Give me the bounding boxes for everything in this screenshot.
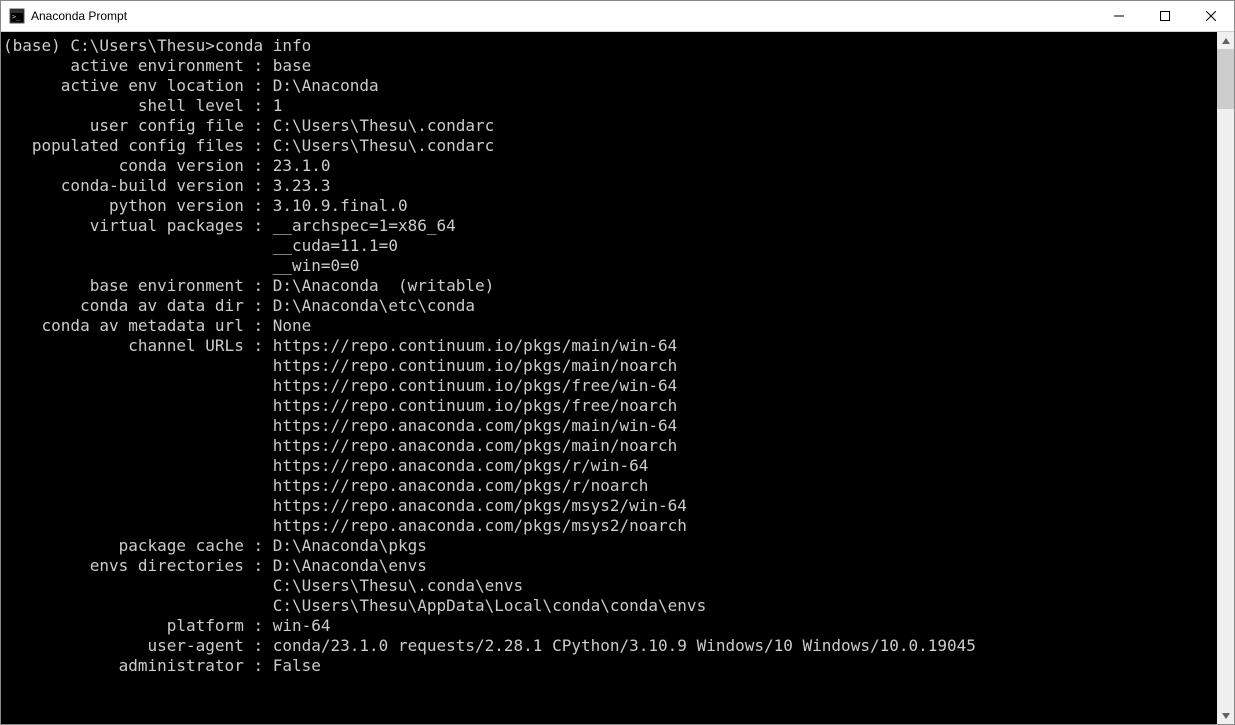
output-line: https://repo.continuum.io/pkgs/free/win-… [3, 376, 1215, 396]
scroll-down-arrow[interactable] [1217, 707, 1234, 724]
output-line: package cache : D:\Anaconda\pkgs [3, 536, 1215, 556]
close-button[interactable] [1188, 1, 1234, 31]
output-line: https://repo.anaconda.com/pkgs/main/win-… [3, 416, 1215, 436]
output-line: https://repo.anaconda.com/pkgs/msys2/win… [3, 496, 1215, 516]
app-icon: >_ [9, 8, 25, 24]
output-line: https://repo.anaconda.com/pkgs/r/win-64 [3, 456, 1215, 476]
output-line: https://repo.anaconda.com/pkgs/r/noarch [3, 476, 1215, 496]
minimize-button[interactable] [1096, 1, 1142, 31]
window-titlebar: >_ Anaconda Prompt [1, 1, 1234, 32]
output-line: conda av metadata url : None [3, 316, 1215, 336]
output-line: __win=0=0 [3, 256, 1215, 276]
window-title: Anaconda Prompt [31, 9, 1096, 23]
output-line: platform : win-64 [3, 616, 1215, 636]
maximize-button[interactable] [1142, 1, 1188, 31]
output-line: C:\Users\Thesu\AppData\Local\conda\conda… [3, 596, 1215, 616]
output-line: __cuda=11.1=0 [3, 236, 1215, 256]
output-line: conda av data dir : D:\Anaconda\etc\cond… [3, 296, 1215, 316]
output-line: conda-build version : 3.23.3 [3, 176, 1215, 196]
output-line: administrator : False [3, 656, 1215, 676]
output-line: user-agent : conda/23.1.0 requests/2.28.… [3, 636, 1215, 656]
output-line: C:\Users\Thesu\.conda\envs [3, 576, 1215, 596]
output-line: active environment : base [3, 56, 1215, 76]
output-line: https://repo.anaconda.com/pkgs/msys2/noa… [3, 516, 1215, 536]
output-line: conda version : 23.1.0 [3, 156, 1215, 176]
vertical-scrollbar[interactable] [1217, 32, 1234, 724]
output-line: https://repo.continuum.io/pkgs/free/noar… [3, 396, 1215, 416]
window-controls [1096, 1, 1234, 31]
output-line: user config file : C:\Users\Thesu\.conda… [3, 116, 1215, 136]
prompt-line: (base) C:\Users\Thesu>conda info [3, 36, 1215, 56]
scroll-up-arrow[interactable] [1217, 32, 1234, 49]
output-line: https://repo.continuum.io/pkgs/main/noar… [3, 356, 1215, 376]
output-line: https://repo.anaconda.com/pkgs/main/noar… [3, 436, 1215, 456]
output-line: shell level : 1 [3, 96, 1215, 116]
output-line: base environment : D:\Anaconda (writable… [3, 276, 1215, 296]
terminal-output[interactable]: (base) C:\Users\Thesu>conda info active … [1, 32, 1217, 724]
scroll-thumb[interactable] [1217, 49, 1234, 109]
output-line: active env location : D:\Anaconda [3, 76, 1215, 96]
output-line: virtual packages : __archspec=1=x86_64 [3, 216, 1215, 236]
output-line: channel URLs : https://repo.continuum.io… [3, 336, 1215, 356]
svg-text:>_: >_ [12, 13, 21, 21]
output-line: envs directories : D:\Anaconda\envs [3, 556, 1215, 576]
output-line: populated config files : C:\Users\Thesu\… [3, 136, 1215, 156]
output-line: python version : 3.10.9.final.0 [3, 196, 1215, 216]
